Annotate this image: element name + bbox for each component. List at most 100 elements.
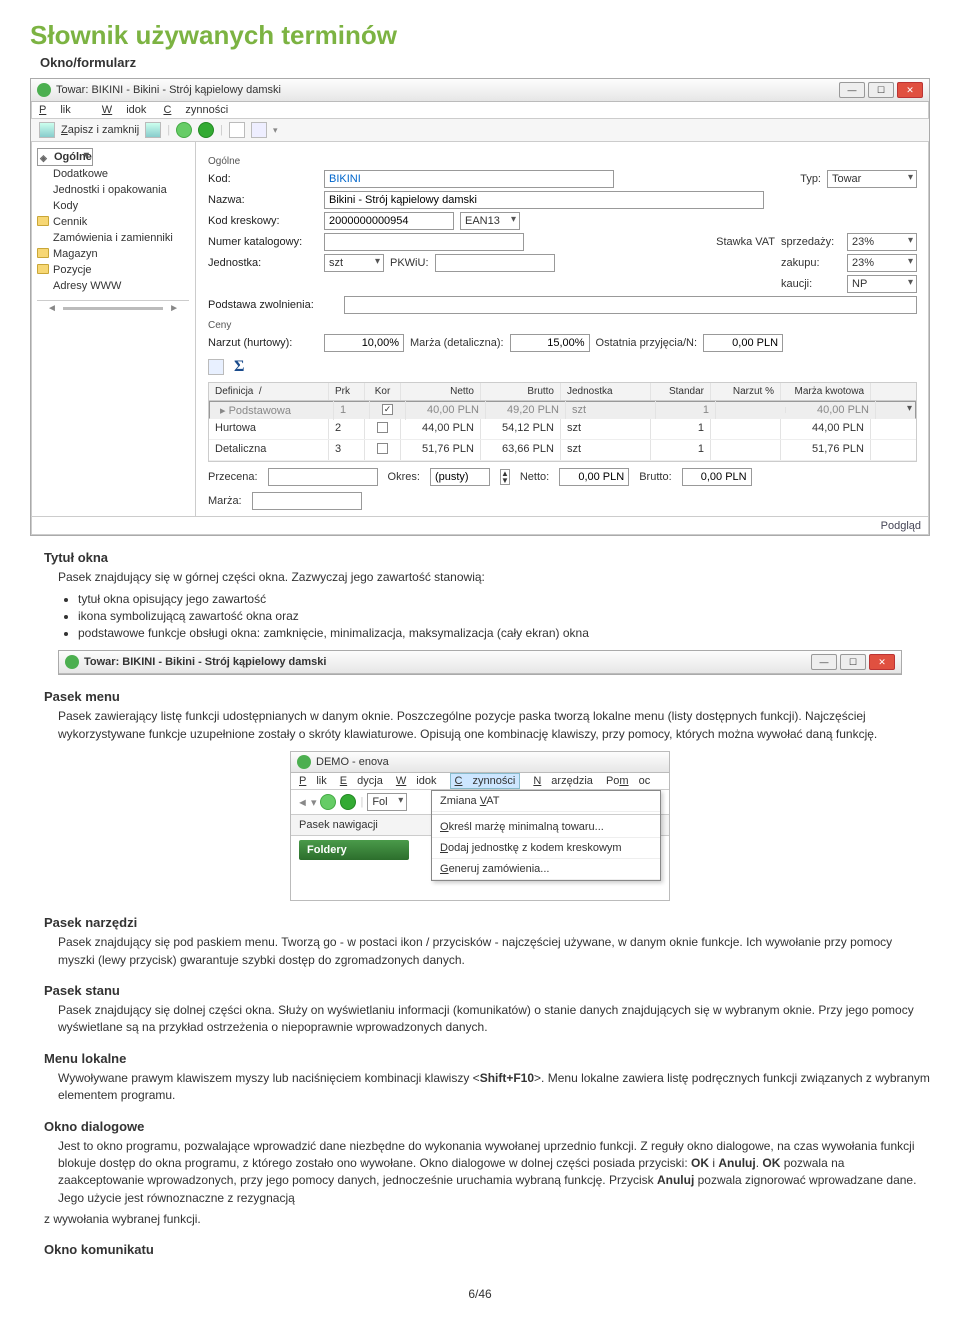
typ-select[interactable]: Towar bbox=[827, 170, 917, 188]
col-brutto[interactable]: Brutto bbox=[481, 383, 561, 400]
col-prk[interactable]: Prk bbox=[329, 383, 365, 400]
vat-sprzedazy-select[interactable]: 23% bbox=[847, 233, 917, 251]
save-icon-2[interactable] bbox=[145, 122, 161, 138]
save-icon[interactable] bbox=[39, 122, 55, 138]
pkwiu-input[interactable] bbox=[435, 254, 555, 272]
spinner-icon[interactable]: ▲▼ bbox=[500, 469, 510, 485]
nav-forward-icon[interactable] bbox=[198, 122, 214, 138]
numkat-input[interactable] bbox=[324, 233, 524, 251]
marza-input[interactable] bbox=[510, 334, 590, 352]
sigma-icon[interactable]: Σ bbox=[234, 358, 244, 376]
grid-row[interactable]: Hurtowa 2 44,00 PLN 54,12 PLN szt 1 44,0… bbox=[209, 419, 916, 440]
col-marza-kw[interactable]: Marża kwotowa bbox=[781, 383, 871, 400]
ean-select[interactable]: EAN13 bbox=[460, 212, 520, 230]
col-standar[interactable]: Standar bbox=[651, 383, 711, 400]
label-kaucji: kaucji: bbox=[781, 278, 841, 290]
menu-edycja[interactable]: Edycja bbox=[340, 775, 383, 787]
jednostka-select[interactable]: szt bbox=[324, 254, 384, 272]
menu-pomoc[interactable]: Pomoc bbox=[606, 775, 650, 787]
nav-icon[interactable] bbox=[340, 794, 356, 810]
sidebar-item-kody[interactable]: Kody bbox=[37, 198, 189, 214]
menu-item-generuj[interactable]: Generuj zamówienia... bbox=[432, 859, 660, 880]
scroll-right-icon[interactable]: ► bbox=[163, 303, 185, 314]
group-ceny: Ceny bbox=[208, 320, 917, 331]
label-stawka: Stawka VAT bbox=[716, 236, 775, 248]
menu-item-okresl-marze[interactable]: Określ marżę minimalną towaru... bbox=[432, 817, 660, 838]
marza-footer-input[interactable] bbox=[252, 492, 362, 510]
kodkreskowy-input[interactable] bbox=[324, 212, 454, 230]
sidebar-item-pozycje[interactable]: Pozycje bbox=[37, 262, 189, 278]
col-narzut[interactable]: Narzut % bbox=[711, 383, 781, 400]
ostatnia-input[interactable] bbox=[703, 334, 783, 352]
close-button[interactable]: ✕ bbox=[897, 82, 923, 98]
bullet-list: tytuł okna opisujący jego zawartość ikon… bbox=[78, 592, 930, 640]
heading-tytul-okna: Tytuł okna bbox=[44, 550, 930, 565]
col-netto[interactable]: Netto bbox=[401, 383, 481, 400]
close-button[interactable]: ✕ bbox=[869, 654, 895, 670]
minimize-button[interactable]: — bbox=[839, 82, 865, 98]
col-jednostka[interactable]: Jednostka bbox=[561, 383, 651, 400]
app-icon bbox=[297, 755, 311, 769]
sidebar-item-zamowienia[interactable]: Zamówienia i zamienniki bbox=[37, 230, 189, 246]
minimize-button[interactable]: — bbox=[811, 654, 837, 670]
col-kor[interactable]: Kor bbox=[365, 383, 401, 400]
checkbox-icon[interactable] bbox=[377, 422, 388, 433]
menu-czynnosci[interactable]: Czynności bbox=[450, 773, 521, 789]
nazwa-input[interactable] bbox=[324, 191, 764, 209]
checkbox-icon[interactable] bbox=[382, 404, 393, 415]
vat-zakupu-select[interactable]: 23% bbox=[847, 254, 917, 272]
menu-item-zmiana-vat[interactable]: Zmiana VAT bbox=[432, 791, 660, 812]
grid-row[interactable]: Detaliczna 3 51,76 PLN 63,66 PLN szt 1 5… bbox=[209, 440, 916, 461]
label-zakupu: zakupu: bbox=[781, 257, 841, 269]
kod-input[interactable] bbox=[324, 170, 614, 188]
podstawa-input[interactable] bbox=[344, 296, 917, 314]
para-lokalne: Wywoływane prawym klawiszem myszy lub na… bbox=[58, 1070, 930, 1105]
nav-icon[interactable] bbox=[320, 794, 336, 810]
heading-okno-dialogowe: Okno dialogowe bbox=[44, 1119, 930, 1134]
sidebar-item-magazyn[interactable]: Magazyn bbox=[37, 246, 189, 262]
sidebar-item-ogolne[interactable]: ◈Ogólne bbox=[37, 148, 93, 166]
menu-widok[interactable]: Widok bbox=[102, 104, 147, 116]
label-typ: Typ: bbox=[800, 173, 821, 185]
menu-plik[interactable]: Plik bbox=[299, 775, 327, 787]
product-window: Towar: BIKINI - Bikini - Strój kąpielowy… bbox=[30, 78, 930, 536]
col-definicja[interactable]: Definicja / bbox=[209, 383, 329, 400]
heading-menu-lokalne: Menu lokalne bbox=[44, 1051, 930, 1066]
menu-narzedzia[interactable]: Narzędzia bbox=[533, 775, 593, 787]
okres-input[interactable] bbox=[430, 468, 490, 486]
tool-icon[interactable] bbox=[229, 122, 245, 138]
price-grid: Definicja / Prk Kor Netto Brutto Jednost… bbox=[208, 382, 917, 462]
label-nazwa: Nazwa: bbox=[208, 194, 318, 206]
label-brutto: Brutto: bbox=[639, 471, 671, 483]
nav-back-icon[interactable] bbox=[176, 122, 192, 138]
sidebar-item-jednostki[interactable]: Jednostki i opakowania bbox=[37, 182, 189, 198]
brutto-input[interactable] bbox=[682, 468, 752, 486]
foldery-panel[interactable]: Foldery bbox=[299, 840, 409, 860]
app-icon bbox=[65, 655, 79, 669]
menu-widok[interactable]: Widok bbox=[396, 775, 437, 787]
para-tytul: Pasek znajdujący się w górnej części okn… bbox=[58, 569, 930, 586]
bullet-item: tytuł okna opisujący jego zawartość bbox=[78, 592, 930, 606]
maximize-button[interactable]: ☐ bbox=[840, 654, 866, 670]
grid-tool-icon[interactable] bbox=[208, 359, 224, 375]
grid-row[interactable]: ▸ Podstawowa 1 40,00 PLN 49,20 PLN szt 1… bbox=[209, 401, 916, 419]
print-icon[interactable] bbox=[251, 122, 267, 138]
sidebar-item-adresy[interactable]: Adresy WWW bbox=[37, 278, 189, 294]
label-marza-footer: Marża: bbox=[208, 495, 242, 507]
history-back-icon[interactable]: ◄ ▾ bbox=[297, 796, 316, 809]
menu-plik[interactable]: Plik bbox=[39, 104, 85, 116]
przecena-input[interactable] bbox=[268, 468, 378, 486]
scroll-left-icon[interactable]: ◄ bbox=[41, 303, 63, 314]
fol-select[interactable]: Fol bbox=[367, 793, 407, 811]
sidebar-item-dodatkowe[interactable]: Dodatkowe bbox=[37, 166, 189, 182]
bullet-item: podstawowe funkcje obsługi okna: zamknię… bbox=[78, 626, 930, 640]
menu-item-dodaj-jednostke[interactable]: Dodaj jednostkę z kodem kreskowym bbox=[432, 838, 660, 859]
narzut-input[interactable] bbox=[324, 334, 404, 352]
netto-input[interactable] bbox=[559, 468, 629, 486]
vat-kaucji-select[interactable]: NP bbox=[847, 275, 917, 293]
save-close-button[interactable]: Zapisz i zamknij bbox=[61, 124, 139, 136]
checkbox-icon[interactable] bbox=[377, 443, 388, 454]
sidebar-item-cennik[interactable]: Cennik bbox=[37, 214, 189, 230]
menu-czynnosci[interactable]: Czynności bbox=[163, 104, 228, 116]
maximize-button[interactable]: ☐ bbox=[868, 82, 894, 98]
